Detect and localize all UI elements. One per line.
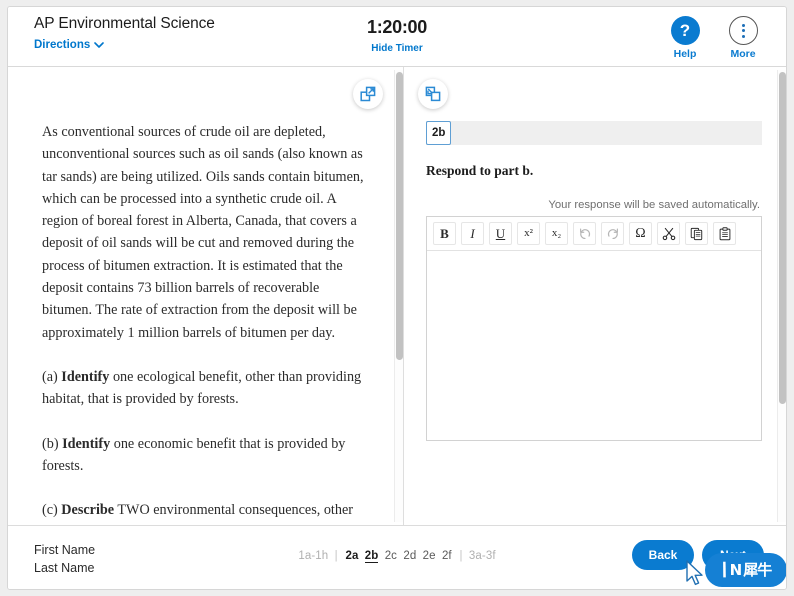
header-actions: ? Help More <box>662 16 766 60</box>
watermark-letter: N <box>729 560 743 579</box>
qnav-item-2f[interactable]: 2f <box>442 550 452 562</box>
underline-button[interactable]: U <box>489 222 512 245</box>
directions-label: Directions <box>34 39 91 51</box>
undo-icon <box>579 228 590 239</box>
qnav-item-2a[interactable]: 2a <box>345 550 358 562</box>
watermark-cjk-text: 犀牛 <box>743 560 772 579</box>
exam-footer: First Name Last Name 1a-1h | 2a 2b 2c 2d… <box>8 525 786 589</box>
qnav-item-2c[interactable]: 2c <box>385 550 397 562</box>
superscript-button[interactable]: x² <box>517 222 540 245</box>
stimulus-scrollbar-thumb[interactable] <box>396 72 403 360</box>
editor-toolbar: B I U x² x₂ Ω <box>427 217 761 251</box>
tab-2b[interactable]: 2b <box>426 121 452 145</box>
response-prompt: Respond to part b. <box>426 163 534 178</box>
copy-icon <box>690 227 702 240</box>
stimulus-pane: As conventional sources of crude oil are… <box>8 67 404 525</box>
watermark-slash: \ <box>719 558 728 582</box>
paste-icon <box>719 226 730 240</box>
passage-text: As conventional sources of crude oil are… <box>8 67 403 525</box>
qnav-separator: | <box>459 550 463 562</box>
qnav-separator: | <box>334 550 338 562</box>
passage-paragraph: (c) Describe TWO environmental consequen… <box>42 499 367 525</box>
passage-paragraph: (b) Identify one economic benefit that i… <box>42 433 367 478</box>
passage-paragraph: As conventional sources of crude oil are… <box>42 124 364 341</box>
part-label: (b) <box>42 435 63 452</box>
subscript-glyph: x₂ <box>551 227 562 239</box>
part-label: (a) <box>42 368 62 385</box>
subscript-button[interactable]: x₂ <box>545 222 568 245</box>
collapse-right-panel-button[interactable] <box>418 79 448 109</box>
response-inner: 2b Respond to part b. Your response will… <box>404 67 786 525</box>
part-verb: Identify <box>62 435 111 452</box>
expand-left-panel-button[interactable] <box>353 79 383 109</box>
scissors-icon <box>662 227 675 240</box>
back-button[interactable]: Back <box>632 540 694 570</box>
chevron-down-icon <box>94 40 105 49</box>
collapse-panel-icon <box>425 86 441 102</box>
special-character-button[interactable]: Ω <box>629 222 652 245</box>
bold-button[interactable]: B <box>433 222 456 245</box>
watermark-logo: \ N 犀牛 <box>705 553 786 587</box>
part-tabstrip: 2b <box>426 121 762 145</box>
part-verb: Identify <box>61 368 110 385</box>
qnav-item-2b[interactable]: 2b <box>364 550 379 563</box>
help-label: Help <box>673 48 697 60</box>
qnav-group-after[interactable]: 3a-3f <box>469 550 496 562</box>
qnav-item-2e[interactable]: 2e <box>423 550 436 562</box>
italic-button[interactable]: I <box>461 222 484 245</box>
exam-body: As conventional sources of crude oil are… <box>8 67 786 525</box>
redo-button[interactable] <box>601 222 624 245</box>
rich-text-editor: B I U x² x₂ Ω <box>426 216 762 441</box>
autosave-note: Your response will be saved automaticall… <box>548 199 760 211</box>
qnav-group-before[interactable]: 1a-1h <box>298 550 328 562</box>
question-mark-icon: ? <box>670 16 700 45</box>
response-pane: 2b Respond to part b. Your response will… <box>404 67 786 525</box>
copy-button[interactable] <box>685 222 708 245</box>
kebab-menu-icon <box>728 16 758 45</box>
expand-panel-icon <box>360 86 376 102</box>
passage-paragraph: (a) Identify one ecological benefit, oth… <box>42 366 367 411</box>
cut-button[interactable] <box>657 222 680 245</box>
paste-button[interactable] <box>713 222 736 245</box>
response-textarea[interactable] <box>427 251 761 440</box>
qnav-item-2d[interactable]: 2d <box>403 550 416 562</box>
more-label: More <box>730 48 756 60</box>
redo-icon <box>607 228 618 239</box>
exam-window: AP Environmental Science Directions 1:20… <box>7 6 787 590</box>
part-label: (c) <box>42 502 62 519</box>
watermark-edge <box>777 553 786 587</box>
part-verb: Describe <box>61 502 115 519</box>
more-button[interactable]: More <box>720 16 766 60</box>
exam-header: AP Environmental Science Directions 1:20… <box>8 7 786 67</box>
hide-timer-button[interactable]: Hide Timer <box>371 43 423 54</box>
directions-dropdown[interactable]: Directions <box>34 39 105 51</box>
undo-button[interactable] <box>573 222 596 245</box>
superscript-glyph: x² <box>524 227 533 239</box>
help-button[interactable]: ? Help <box>662 16 708 60</box>
exam-app: AP Environmental Science Directions 1:20… <box>0 0 794 596</box>
stimulus-scrollbar[interactable] <box>394 70 403 522</box>
response-scrollbar[interactable] <box>777 70 786 522</box>
response-scrollbar-thumb[interactable] <box>779 72 786 404</box>
